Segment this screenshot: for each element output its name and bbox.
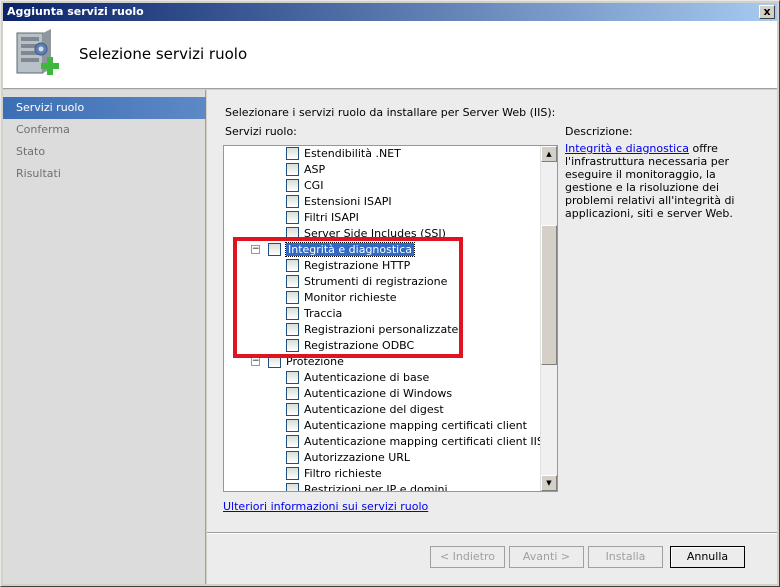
tree-item[interactable]: Filtri ISAPI [224, 210, 542, 226]
tree-item-label: Registrazione ODBC [304, 339, 415, 352]
tree-item-checkbox[interactable] [286, 467, 299, 480]
tree-item-checkbox[interactable] [286, 307, 299, 320]
server-add-icon [16, 29, 59, 75]
tree-item[interactable]: Registrazione HTTP [224, 258, 542, 274]
tree-item[interactable]: Restrizioni per IP e domini [224, 482, 542, 492]
tree-item-checkbox[interactable] [286, 451, 299, 464]
tree-item-checkbox[interactable] [286, 259, 299, 272]
tree-item-label: Autenticazione di Windows [304, 387, 453, 400]
tree-item[interactable]: Estensioni ISAPI [224, 194, 542, 210]
description-label: Descrizione: [565, 125, 633, 138]
tree-item-checkbox[interactable] [286, 227, 299, 240]
tree-item[interactable]: Autenticazione mapping certificati clien… [224, 418, 542, 434]
tree-item-label: Autenticazione mapping certificati clien… [304, 435, 544, 448]
main-content: Selezionare i servizi ruolo da installar… [207, 90, 777, 584]
tree-item-checkbox[interactable] [286, 403, 299, 416]
tree-item[interactable]: Autenticazione mapping certificati clien… [224, 434, 544, 450]
tree-item-checkbox[interactable] [268, 243, 281, 256]
tree-item-label: Estendibilità .NET [304, 147, 401, 160]
tree-item-checkbox[interactable] [286, 419, 299, 432]
tree-item-label: Registrazioni personalizzate [304, 323, 459, 336]
dialog-window: Aggiunta servizi ruolo x Selezione servi… [0, 0, 780, 587]
tree-item-checkbox[interactable] [286, 483, 299, 491]
cancel-button[interactable]: Annulla [670, 546, 745, 568]
tree-item[interactable]: Autorizzazione URL [224, 450, 542, 466]
tree-item[interactable]: Registrazione ODBC [224, 338, 542, 354]
tree-item-label: Estensioni ISAPI [304, 195, 392, 208]
tree-item-checkbox[interactable] [286, 211, 299, 224]
tree-item-label: Autenticazione di base [304, 371, 430, 384]
more-info-link[interactable]: Ulteriori informazioni sui servizi ruolo [223, 500, 428, 513]
tree-expander-icon[interactable]: − [251, 245, 260, 254]
tree-item-checkbox[interactable] [286, 147, 299, 160]
scroll-down-button[interactable]: ▼ [541, 475, 557, 491]
instruction-text: Selezionare i servizi ruolo da installar… [225, 106, 556, 119]
tree-item-label: Registrazione HTTP [304, 259, 411, 272]
role-services-label: Servizi ruolo: [225, 125, 297, 138]
tree-item-label: Autenticazione del digest [304, 403, 444, 416]
sidebar-item-risultati[interactable]: Risultati [3, 163, 206, 185]
next-button[interactable]: Avanti > [509, 546, 584, 568]
title-bar: Aggiunta servizi ruolo x [3, 3, 777, 21]
tree-item[interactable]: Server Side Includes (SSI) [224, 226, 542, 242]
tree-item[interactable]: ASP [224, 162, 542, 178]
install-button[interactable]: Installa [588, 546, 663, 568]
footer-divider [207, 532, 777, 534]
description-link[interactable]: Integrità e diagnostica [565, 142, 689, 155]
tree-item[interactable]: Filtro richieste [224, 466, 542, 482]
tree-item-checkbox[interactable] [286, 195, 299, 208]
tree-item[interactable]: − Integrità e diagnostica [224, 242, 542, 258]
sidebar-item-stato[interactable]: Stato [3, 141, 206, 163]
page-title: Selezione servizi ruolo [79, 45, 248, 63]
tree-item[interactable]: Autenticazione di base [224, 370, 542, 386]
scroll-up-button[interactable]: ▲ [541, 146, 557, 162]
tree-item[interactable]: − Protezione [224, 354, 542, 370]
tree-item-checkbox[interactable] [286, 371, 299, 384]
tree-item-label: Server Side Includes (SSI) [304, 227, 446, 240]
tree-item-label: Protezione [286, 355, 344, 368]
tree-item-checkbox[interactable] [286, 435, 299, 448]
tree-item[interactable]: Autenticazione del digest [224, 402, 542, 418]
window-title: Aggiunta servizi ruolo [7, 5, 144, 18]
back-button[interactable]: < Indietro [430, 546, 505, 568]
sidebar: Servizi ruolo Conferma Stato Risultati [3, 90, 206, 584]
tree-item-checkbox[interactable] [286, 275, 299, 288]
sidebar-item-servizi-ruolo[interactable]: Servizi ruolo [3, 97, 206, 119]
tree-item[interactable]: CGI [224, 178, 542, 194]
tree-item-label: Autorizzazione URL [304, 451, 411, 464]
tree-item[interactable]: Registrazioni personalizzate [224, 322, 542, 338]
tree-expander-icon[interactable]: − [251, 357, 260, 366]
tree-item-label: Restrizioni per IP e domini [304, 483, 448, 492]
tree-item-label: Filtro richieste [304, 467, 382, 480]
tree-scrollbar[interactable]: ▲ ▼ [540, 146, 557, 491]
tree-item[interactable]: Autenticazione di Windows [224, 386, 542, 402]
scroll-thumb[interactable] [541, 225, 557, 365]
tree-item-checkbox[interactable] [286, 339, 299, 352]
tree-item[interactable]: Estendibilità .NET [224, 146, 542, 162]
close-button[interactable]: x [759, 5, 775, 19]
tree-item-checkbox[interactable] [286, 323, 299, 336]
tree-item-checkbox[interactable] [286, 291, 299, 304]
tree-item[interactable]: Monitor richieste [224, 290, 542, 306]
tree-item-checkbox[interactable] [286, 179, 299, 192]
description-panel: Integrità e diagnostica offre l'infrastr… [565, 142, 765, 220]
tree-item-checkbox[interactable] [268, 355, 281, 368]
tree-item-label: ASP [304, 163, 326, 176]
sidebar-item-conferma[interactable]: Conferma [3, 119, 206, 141]
role-services-tree[interactable]: Estendibilità .NET ASP CGI Estensioni ISAPI… [223, 145, 558, 492]
tree-item-label: CGI [304, 179, 324, 192]
tree-item[interactable]: Strumenti di registrazione [224, 274, 542, 290]
tree-item-label: Monitor richieste [304, 291, 397, 304]
tree-item-label: Integrità e diagnostica [284, 242, 416, 257]
tree-item-label: Strumenti di registrazione [304, 275, 448, 288]
header-banner: Selezione servizi ruolo [3, 21, 777, 89]
tree-item-label: Filtri ISAPI [304, 211, 359, 224]
tree-item-label: Traccia [304, 307, 343, 320]
tree-item-checkbox[interactable] [286, 387, 299, 400]
tree-item-label: Autenticazione mapping certificati clien… [304, 419, 527, 432]
tree-item-checkbox[interactable] [286, 163, 299, 176]
tree-item[interactable]: Traccia [224, 306, 542, 322]
